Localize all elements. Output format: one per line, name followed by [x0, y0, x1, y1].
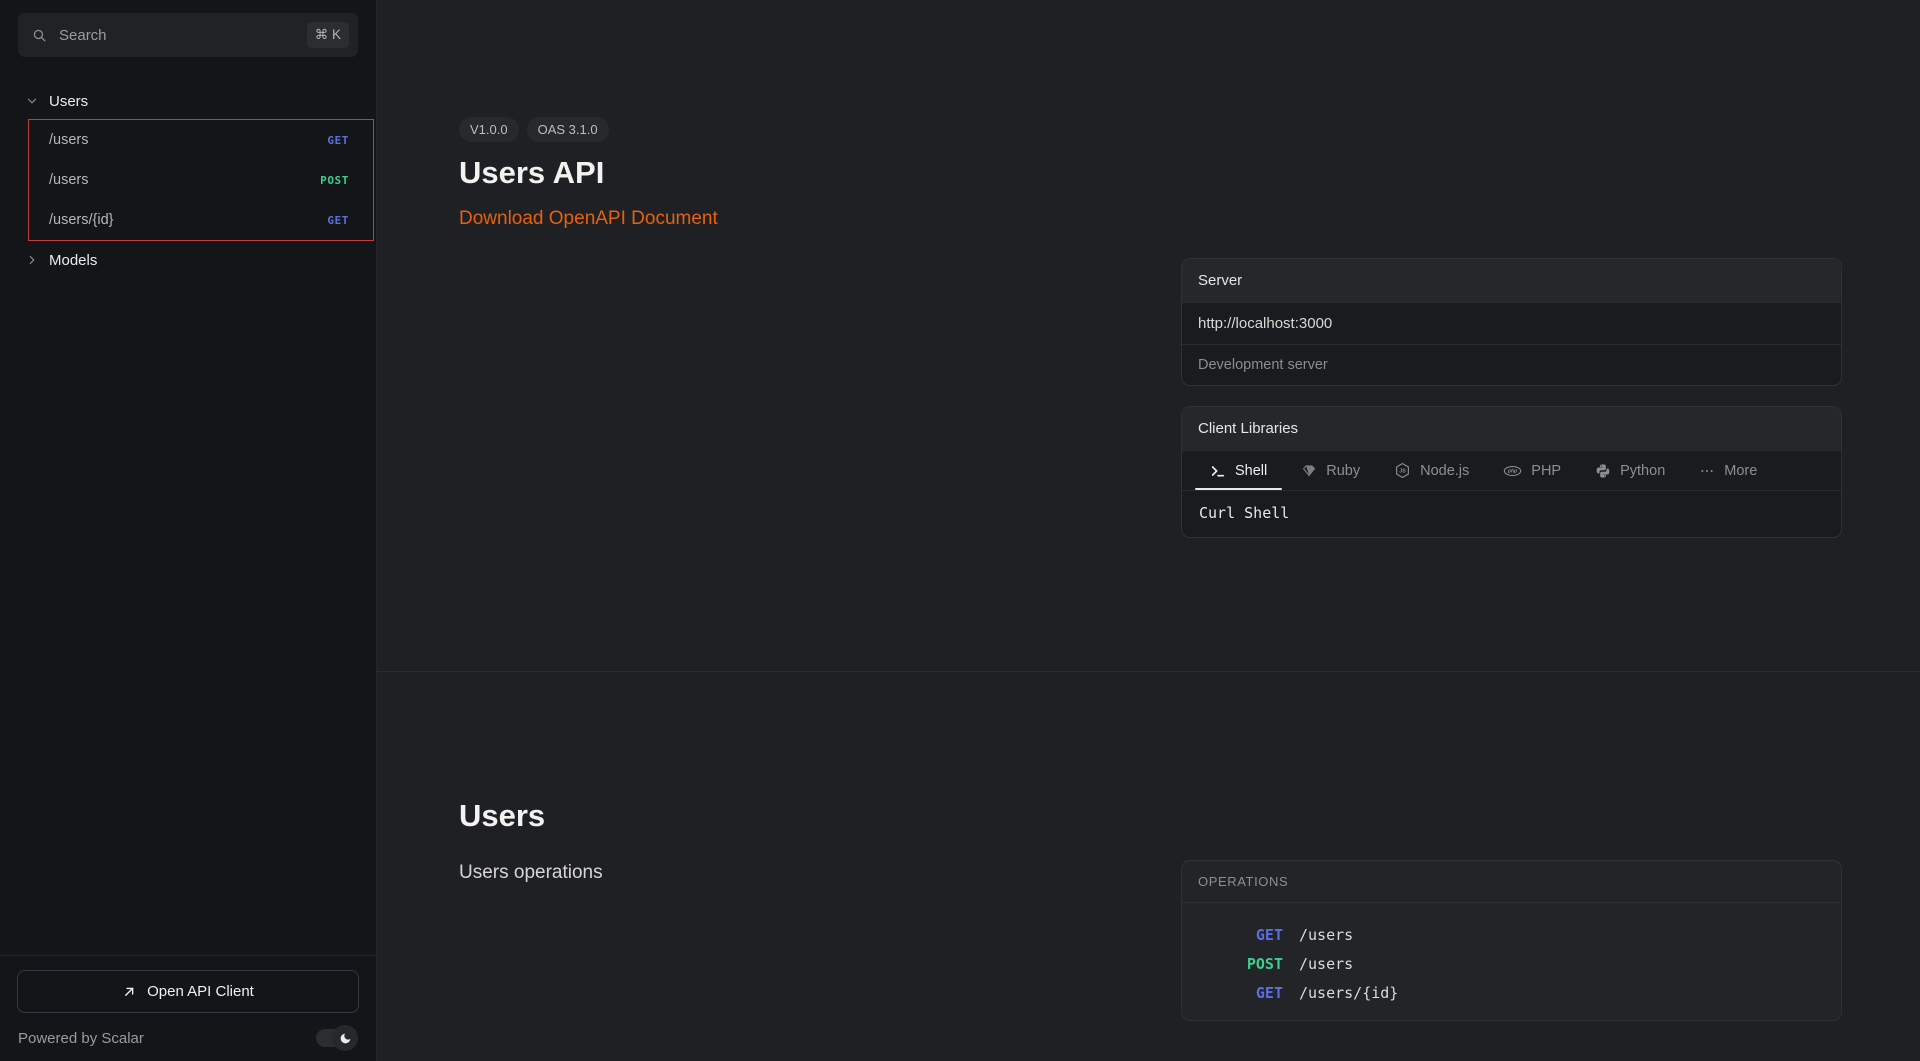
version-badge: V1.0.0: [459, 117, 519, 142]
section-description: Users operations: [459, 862, 1181, 884]
open-api-client-button[interactable]: Open API Client: [17, 970, 359, 1013]
nodejs-icon: JS: [1394, 462, 1411, 479]
operation-link-get-users-id[interactable]: GET /users/{id}: [1198, 978, 1825, 1007]
powered-by-scalar-link[interactable]: Powered by Scalar: [18, 1030, 144, 1047]
sidebar-nav: Users /users GET /users POST /users/{id}…: [0, 57, 376, 955]
server-url[interactable]: http://localhost:3000: [1182, 302, 1841, 344]
client-libraries-card: Client Libraries Shell: [1181, 406, 1842, 538]
oas-badge: OAS 3.1.0: [527, 117, 609, 142]
operation-path: /users: [1299, 926, 1825, 944]
tab-label: Shell: [1235, 463, 1267, 479]
open-api-client-label: Open API Client: [147, 983, 254, 1000]
client-libraries-title: Client Libraries: [1182, 407, 1841, 450]
tab-php[interactable]: php PHP: [1486, 451, 1578, 490]
section-title: Users: [459, 798, 1181, 834]
tab-ruby[interactable]: Ruby: [1284, 451, 1377, 490]
server-card-title: Server: [1182, 259, 1841, 302]
sidebar-section-label: Models: [49, 252, 97, 269]
method-badge: POST: [320, 174, 349, 187]
search-input[interactable]: Search ⌘ K: [18, 13, 358, 57]
operation-path: /users/{id}: [1299, 984, 1825, 1002]
sidebar-footer: Open API Client Powered by Scalar: [0, 955, 376, 1061]
operations-card-title: OPERATIONS: [1182, 861, 1841, 903]
terminal-icon: [1210, 463, 1226, 479]
method-badge: GET: [1198, 984, 1283, 1002]
method-badge: GET: [1198, 926, 1283, 944]
main-content: V1.0.0 OAS 3.1.0 Users API Download Open…: [377, 0, 1920, 1061]
ellipsis-icon: [1699, 463, 1715, 479]
server-card: Server http://localhost:3000 Development…: [1181, 258, 1842, 386]
operation-link-post-users[interactable]: POST /users: [1198, 949, 1825, 978]
sidebar-item-get-users-id[interactable]: /users/{id} GET: [29, 200, 373, 240]
tab-label: Ruby: [1326, 463, 1360, 479]
page-title: Users API: [459, 155, 1181, 191]
download-openapi-link[interactable]: Download OpenAPI Document: [459, 208, 718, 230]
tab-label: More: [1724, 463, 1757, 479]
svg-text:JS: JS: [1399, 468, 1406, 474]
tab-label: Python: [1620, 463, 1665, 479]
api-intro-section: V1.0.0 OAS 3.1.0 Users API Download Open…: [377, 0, 1920, 672]
chevron-down-icon: [25, 94, 39, 108]
tab-label: PHP: [1531, 463, 1561, 479]
dark-mode-toggle[interactable]: [316, 1029, 354, 1047]
search-shortcut-badge: ⌘ K: [307, 22, 349, 48]
search-icon: [31, 27, 48, 44]
sidebar-section-label: Users: [49, 93, 88, 110]
chevron-right-icon: [25, 253, 39, 267]
tab-more[interactable]: More: [1682, 451, 1774, 490]
users-tag-section: Users Users operations OPERATIONS GET /u…: [377, 672, 1920, 1061]
endpoint-path: /users: [49, 132, 89, 148]
method-badge: GET: [327, 214, 349, 227]
operations-card: OPERATIONS GET /users POST /users GET /u…: [1181, 860, 1842, 1021]
operation-link-get-users[interactable]: GET /users: [1198, 920, 1825, 949]
python-icon: [1595, 463, 1611, 479]
sidebar: Search ⌘ K Users /users GET /users POST …: [0, 0, 377, 1061]
sidebar-section-users[interactable]: Users: [0, 85, 376, 117]
tab-python[interactable]: Python: [1578, 451, 1682, 490]
method-badge: POST: [1198, 955, 1283, 973]
moon-icon: [339, 1032, 352, 1045]
sidebar-item-post-users[interactable]: /users POST: [29, 160, 373, 200]
ruby-icon: [1301, 463, 1317, 479]
search-placeholder: Search: [59, 27, 296, 44]
client-library-tabs: Shell Ruby: [1182, 450, 1841, 490]
tab-nodejs[interactable]: JS Node.js: [1377, 451, 1486, 490]
endpoint-path: /users: [49, 172, 89, 188]
tab-label: Node.js: [1420, 463, 1469, 479]
toggle-knob: [332, 1025, 358, 1051]
svg-text:php: php: [1507, 468, 1517, 474]
operation-path: /users: [1299, 955, 1825, 973]
php-icon: php: [1503, 463, 1522, 479]
code-snippet: Curl Shell: [1182, 490, 1841, 537]
server-description: Development server: [1182, 344, 1841, 385]
arrow-up-right-icon: [122, 984, 137, 999]
sidebar-section-models[interactable]: Models: [0, 244, 376, 276]
sidebar-selection-highlight: /users GET /users POST /users/{id} GET: [28, 119, 374, 241]
method-badge: GET: [327, 134, 349, 147]
endpoint-path: /users/{id}: [49, 212, 114, 228]
tab-shell[interactable]: Shell: [1193, 451, 1284, 490]
sidebar-item-get-users[interactable]: /users GET: [29, 120, 373, 160]
